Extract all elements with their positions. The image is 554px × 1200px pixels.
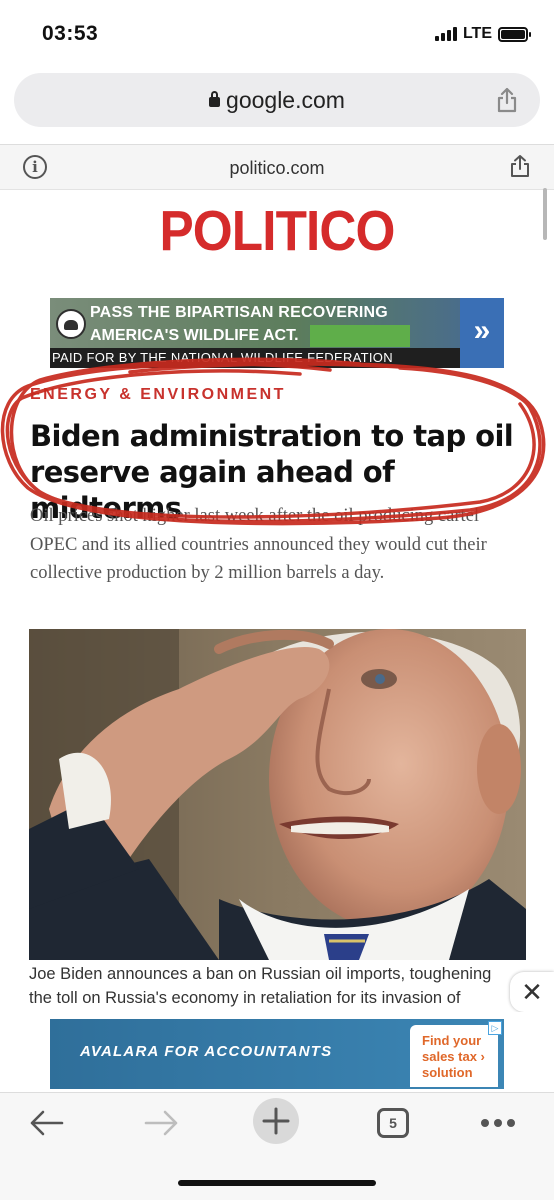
amp-share-icon[interactable] <box>510 154 530 183</box>
top-ad-banner[interactable]: PASS THE BIPARTISAN RECOVERING AMERICA'S… <box>50 298 504 368</box>
tabs-button[interactable]: 5 <box>376 1101 410 1145</box>
bottom-ad-cta[interactable]: Find your sales tax › solution <box>410 1025 498 1087</box>
more-menu-icon[interactable] <box>478 1101 518 1145</box>
ad-disclaimer: PAID FOR BY THE NATIONAL WILDLIFE FEDERA… <box>50 348 460 368</box>
photo-caption: Joe Biden announces a ban on Russian oil… <box>29 965 492 1007</box>
url-display[interactable]: google.com <box>14 87 540 114</box>
bottom-ad-text: AVALARA FOR ACCOUNTANTS <box>80 1043 333 1060</box>
share-icon[interactable] <box>496 87 518 118</box>
status-bar: 03:53 LTE <box>0 0 554 68</box>
network-label: LTE <box>462 25 492 42</box>
politico-logo[interactable]: POLITICO <box>28 198 527 264</box>
amp-header: i politico.com <box>0 144 554 190</box>
section-kicker[interactable]: ENERGY & ENVIRONMENT <box>30 386 286 404</box>
lock-icon <box>209 91 221 107</box>
plus-icon <box>253 1098 299 1144</box>
status-indicators: LTE <box>434 25 531 43</box>
home-indicator[interactable] <box>178 1180 376 1186</box>
bottom-ad-banner[interactable]: AVALARA FOR ACCOUNTANTS Find your sales … <box>50 1019 504 1089</box>
scrollbar[interactable] <box>543 188 547 240</box>
cta-line-2: sales tax › <box>422 1049 485 1064</box>
ad-arrow-button[interactable]: » <box>460 298 504 368</box>
status-time: 03:53 <box>42 22 99 45</box>
battery-icon <box>498 26 531 42</box>
close-ad-button[interactable]: ✕ <box>510 972 554 1012</box>
new-tab-button[interactable] <box>252 1098 300 1144</box>
cta-line-1: Find your <box>422 1033 482 1048</box>
bottom-ad-container: AVALARA FOR ACCOUNTANTS Find your sales … <box>0 1012 554 1092</box>
adchoices-icon[interactable]: ▷ <box>488 1021 502 1035</box>
amp-domain[interactable]: politico.com <box>0 158 554 179</box>
biden-photo-illustration <box>29 629 526 960</box>
wildlife-federation-logo-icon <box>56 309 86 339</box>
tab-count: 5 <box>377 1108 409 1138</box>
address-bar[interactable]: google.com <box>14 73 540 127</box>
back-icon[interactable] <box>24 1101 68 1145</box>
cta-line-3: solution <box>422 1065 473 1080</box>
url-text: google.com <box>226 87 345 113</box>
article-photo[interactable] <box>29 629 526 960</box>
ad-line-1: PASS THE BIPARTISAN RECOVERING <box>90 304 388 321</box>
article-dek: Oil prices shot higher last week after t… <box>30 506 487 583</box>
forward-icon[interactable] <box>140 1101 184 1145</box>
ad-line-2: AMERICA'S WILDLIFE ACT. <box>90 327 299 344</box>
signal-icon <box>434 27 457 41</box>
